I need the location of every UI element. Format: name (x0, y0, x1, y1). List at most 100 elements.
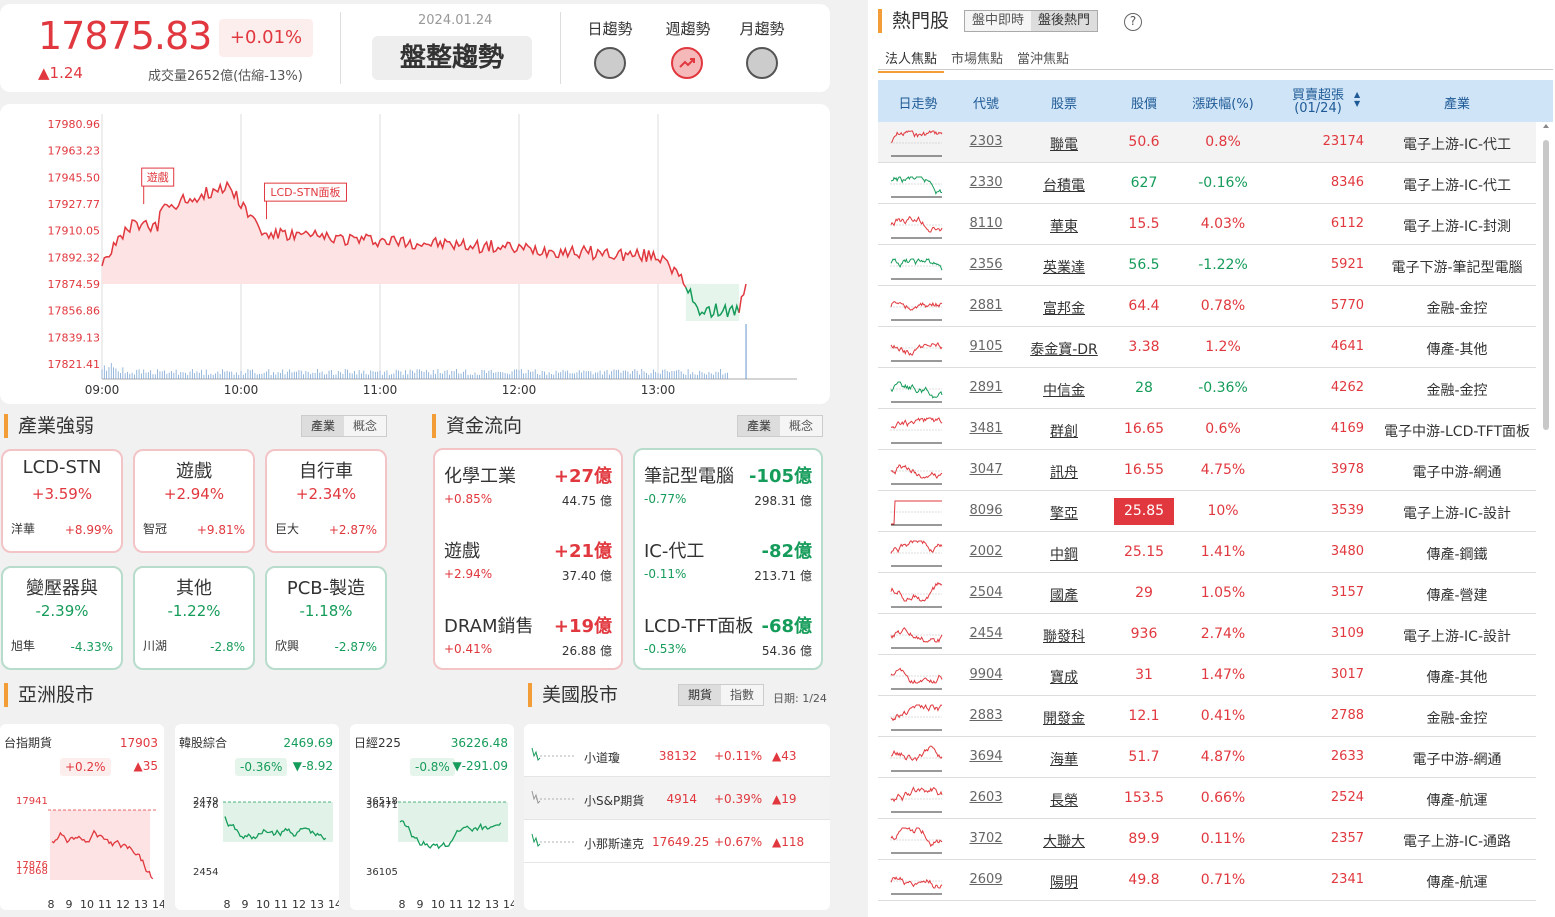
table-row[interactable]: 2504 國產 29 1.05% 3157 傳產-營建 (878, 573, 1536, 614)
flow-item[interactable]: DRAM銷售 +19億 +0.41% 26.88 億 (435, 612, 621, 682)
monthly-trend-indicator[interactable] (746, 47, 778, 79)
help-icon[interactable]: ? (1124, 13, 1142, 31)
stock-name[interactable]: 寶成 (1024, 667, 1104, 687)
col-pct[interactable]: 漲跌幅(%) (1178, 93, 1268, 112)
stock-name[interactable]: 訊舟 (1024, 462, 1104, 482)
table-row[interactable]: 2454 聯發科 936 2.74% 3109 電子上游-IC-設計 (878, 614, 1536, 655)
industry-card[interactable]: 自行車 +2.34% 巨大 +2.87% (265, 449, 387, 553)
table-row[interactable]: 2883 開發金 12.1 0.41% 2788 金融-金控 (878, 696, 1536, 737)
stock-code[interactable]: 2002 (948, 544, 1024, 559)
stock-name[interactable]: 中鋼 (1024, 544, 1104, 564)
daily-trend-indicator[interactable] (594, 47, 626, 79)
flow-item[interactable]: 化學工業 +27億 +0.85% 44.75 億 (435, 462, 621, 532)
stock-name[interactable]: 聯發科 (1024, 626, 1104, 646)
table-row[interactable]: 9105 泰金寶-DR 3.38 1.2% 4641 傳產-其他 (878, 327, 1536, 368)
us-index-row[interactable]: 小那斯達克 17649.25 +0.67% ▲118 (524, 820, 830, 863)
sort-icon[interactable]: ▲ ▼ (1354, 90, 1360, 108)
table-row[interactable]: 2002 中鋼 25.15 1.41% 3480 傳產-鋼鐵 (878, 532, 1536, 573)
tab-futures[interactable]: 期貨 (679, 685, 722, 705)
stock-code[interactable]: 8096 (948, 503, 1024, 518)
table-row[interactable]: 3702 大聯大 89.9 0.11% 2357 電子上游-IC-通路 (878, 819, 1536, 860)
tab-intraday[interactable]: 盤中即時 (965, 11, 1032, 31)
table-row[interactable]: 8110 華東 15.5 4.03% 6112 電子上游-IC-封測 (878, 204, 1536, 245)
stock-code[interactable]: 2330 (948, 175, 1024, 190)
stock-code[interactable]: 3047 (948, 462, 1024, 477)
stock-code[interactable]: 3702 (948, 831, 1024, 846)
stock-code[interactable]: 2609 (948, 872, 1024, 887)
flow-item[interactable]: 遊戲 +21億 +2.94% 37.40 億 (435, 537, 621, 607)
stock-name[interactable]: 聯電 (1024, 134, 1104, 154)
industry-card[interactable]: 其他 -1.22% 川湖 -2.8% (133, 566, 255, 670)
asia-index-card[interactable]: 台指期貨 17903 +0.2% ▲35 17941 17876 17868 8 9 10 11 12… (0, 724, 164, 911)
stock-name[interactable]: 華東 (1024, 216, 1104, 236)
stock-code[interactable]: 2881 (948, 298, 1024, 313)
stock-name[interactable]: 長榮 (1024, 790, 1104, 810)
table-row[interactable]: 3047 訊舟 16.55 4.75% 3978 電子中游-網通 (878, 450, 1536, 491)
index-summary-card: 17875.83 +0.01% ▲1.24 成交量2652億(估縮-13%) 2… (0, 4, 830, 92)
stock-code[interactable]: 2891 (948, 380, 1024, 395)
stock-code[interactable]: 2303 (948, 134, 1024, 149)
col-code[interactable]: 代號 (954, 93, 1018, 112)
table-row[interactable]: 2609 陽明 49.8 0.71% 2341 傳產-航運 (878, 860, 1536, 901)
stock-name[interactable]: 大聯大 (1024, 831, 1104, 851)
industry-card[interactable]: LCD-STN +3.59% 洋華 +8.99% (1, 449, 123, 553)
table-row[interactable]: 2356 英業達 56.5 -1.22% 5921 電子下游-筆記型電腦 (878, 245, 1536, 286)
table-row[interactable]: 9904 寶成 31 1.47% 3017 傳產-其他 (878, 655, 1536, 696)
table-row[interactable]: 2330 台積電 627 -0.16% 8346 電子上游-IC-代工 (878, 163, 1536, 204)
stock-name[interactable]: 台積電 (1024, 175, 1104, 195)
stock-code[interactable]: 2356 (948, 257, 1024, 272)
table-row[interactable]: 2881 富邦金 64.4 0.78% 5770 金融-金控 (878, 286, 1536, 327)
stock-code[interactable]: 3481 (948, 421, 1024, 436)
tab-concept[interactable]: 概念 (780, 416, 823, 436)
stock-name[interactable]: 開發金 (1024, 708, 1104, 728)
stock-code[interactable]: 9105 (948, 339, 1024, 354)
stock-name[interactable]: 富邦金 (1024, 298, 1104, 318)
col-price[interactable]: 股價 (1114, 93, 1174, 112)
table-row[interactable]: 3694 海華 51.7 4.87% 2633 電子中游-網通 (878, 737, 1536, 778)
stock-code[interactable]: 9904 (948, 667, 1024, 682)
tab-concept[interactable]: 概念 (344, 416, 387, 436)
asia-index-card[interactable]: 日經225 36226.48 -0.8% ▼-291.09 36518 36471 3610… (350, 724, 514, 911)
stock-name[interactable]: 國產 (1024, 585, 1104, 605)
col-stock[interactable]: 股票 (1024, 93, 1104, 112)
tab-industry[interactable]: 產業 (302, 416, 345, 436)
stock-code[interactable]: 3694 (948, 749, 1024, 764)
flow-item[interactable]: IC-代工 -82億 -0.11% 213.71 億 (635, 537, 821, 607)
table-row[interactable]: 3481 群創 16.65 0.6% 4169 電子中游-LCD-TFT面板 (878, 409, 1536, 450)
stock-name[interactable]: 中信金 (1024, 380, 1104, 400)
scrollbar[interactable] (1541, 122, 1551, 917)
stock-name[interactable]: 群創 (1024, 421, 1104, 441)
table-row[interactable]: 2303 聯電 50.6 0.8% 23174 電子上游-IC-代工 (878, 122, 1536, 163)
tab-after-hours[interactable]: 盤後熱門 (1031, 11, 1098, 31)
stock-name[interactable]: 陽明 (1024, 872, 1104, 892)
tab-index[interactable]: 指數 (721, 685, 764, 705)
inflow-card[interactable]: 化學工業 +27億 +0.85% 44.75 億遊戲 +21億 +2.94% 37.40 億… (433, 448, 623, 670)
stock-code[interactable]: 2504 (948, 585, 1024, 600)
flow-item[interactable]: LCD-TFT面板 -68億 -0.53% 54.36 億 (635, 612, 821, 682)
industry-card[interactable]: PCB-製造 -1.18% 欣興 -2.87% (265, 566, 387, 670)
stock-name[interactable]: 海華 (1024, 749, 1104, 769)
chart-annotation[interactable]: 遊戲 (147, 170, 169, 184)
intraday-chart[interactable]: 17980.96 17963.23 17945.50 17927.77 17910.05… (0, 104, 830, 404)
chart-annotation[interactable]: LCD-STN面板 (270, 185, 340, 199)
us-index-row[interactable]: 小道瓊 38132 +0.11% ▲43 (524, 734, 830, 777)
stock-code[interactable]: 8110 (948, 216, 1024, 231)
asia-index-card[interactable]: 韓股綜合 2469.69 -0.36% ▼-8.92 2479 2476 2454 8 9 10 1… (175, 724, 339, 911)
table-row[interactable]: 2891 中信金 28 -0.36% 4262 金融-金控 (878, 368, 1536, 409)
stock-code[interactable]: 2603 (948, 790, 1024, 805)
tab-industry[interactable]: 產業 (738, 416, 781, 436)
us-index-value: 4914 (666, 792, 697, 806)
stock-code[interactable]: 2454 (948, 626, 1024, 641)
flow-item[interactable]: 筆記型電腦 -105億 -0.77% 298.31 億 (635, 462, 821, 532)
outflow-card[interactable]: 筆記型電腦 -105億 -0.77% 298.31 億 IC-代工 -82億 -0.11% 2… (633, 448, 823, 670)
industry-card[interactable]: 變壓器與 -2.39% 旭隼 -4.33% (1, 566, 123, 670)
stock-name[interactable]: 泰金寶-DR (1024, 339, 1104, 359)
stock-name[interactable]: 擎亞 (1024, 503, 1104, 523)
industry-card[interactable]: 遊戲 +2.94% 智冠 +9.81% (133, 449, 255, 553)
us-index-row[interactable]: 小S&P期貨 4914 +0.39% ▲19 (524, 777, 830, 820)
table-row[interactable]: 8096 擎亞 25.85 10% 3539 電子上游-IC-設計 (878, 491, 1536, 532)
stock-name[interactable]: 英業達 (1024, 257, 1104, 277)
stock-code[interactable]: 2883 (948, 708, 1024, 723)
table-row[interactable]: 2603 長榮 153.5 0.66% 2524 傳產-航運 (878, 778, 1536, 819)
weekly-trend-indicator[interactable] (671, 47, 703, 79)
